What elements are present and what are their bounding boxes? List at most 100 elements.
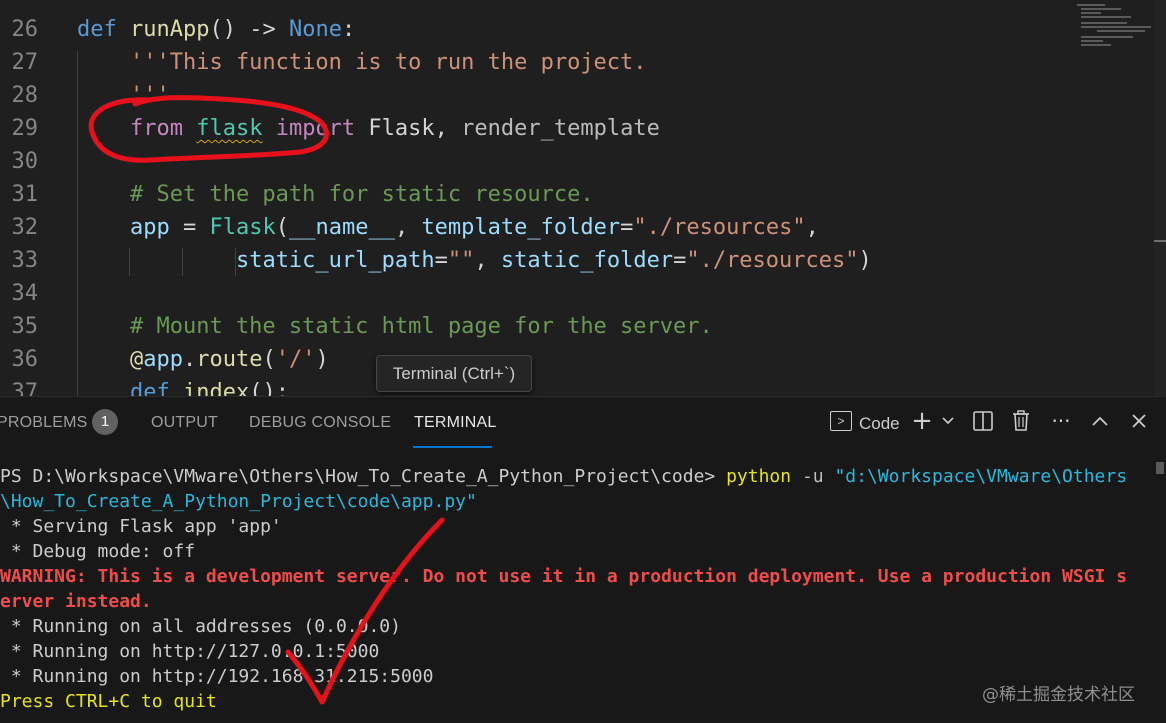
code-token: None — [288, 17, 342, 42]
code-line[interactable]: 30 — [0, 145, 1150, 178]
code-token: (): — [249, 380, 289, 396]
code-line[interactable]: 34 — [0, 277, 1150, 310]
terminal-output[interactable]: PS D:\Workspace\VMware\Others\How_To_Cre… — [0, 464, 1150, 723]
watermark: @稀土掘金技术社区 — [982, 685, 1135, 705]
terminal-line: * Debug mode: off — [0, 539, 195, 564]
code-line[interactable]: 28 ''' — [0, 79, 1150, 112]
terminal-line: WARNING: This is a development server. D… — [0, 564, 1127, 589]
code-line[interactable]: 27 '''This function is to run the projec… — [0, 46, 1150, 79]
terminal-scrollbar-thumb[interactable] — [1156, 462, 1164, 474]
terminal-line: PS D:\Workspace\VMware\Others\How_To_Cre… — [0, 464, 1127, 489]
indent-guide — [77, 51, 78, 396]
line-number: 33 — [11, 248, 39, 273]
line-number: 37 — [11, 380, 39, 396]
code-text: def index(): — [77, 376, 289, 396]
line-number: 34 — [11, 281, 39, 306]
code-token: # Set the path for static resource. — [77, 182, 594, 207]
line-number: 31 — [11, 182, 39, 207]
tab-debug-console[interactable]: DEBUG CONSOLE — [249, 414, 391, 432]
problems-count-badge: 1 — [92, 409, 118, 435]
code-text: # Mount the static html page for the ser… — [77, 310, 713, 343]
code-token: static_folder — [500, 248, 674, 273]
line-number: 30 — [11, 149, 39, 174]
trash-icon[interactable] — [1010, 406, 1032, 436]
indent-guide — [129, 248, 130, 276]
code-token: static_url_path — [235, 248, 435, 273]
code-token: , — [474, 248, 501, 273]
terminal-line: * Running on all addresses (0.0.0.0) — [0, 614, 401, 639]
code-line[interactable]: 31 # Set the path for static resource. — [0, 178, 1150, 211]
tab-problems[interactable]: PROBLEMS — [0, 414, 88, 432]
line-number: 28 — [11, 83, 39, 108]
code-token: app — [143, 347, 183, 372]
code-line[interactable]: 32 app = Flask(__name__, template_folder… — [0, 211, 1150, 244]
active-tab-indicator — [413, 446, 492, 448]
code-line[interactable]: 29 from flask import Flask, render_templ… — [0, 112, 1150, 145]
line-number: 29 — [11, 116, 39, 141]
code-text: app = Flask(__name__, template_folder=".… — [77, 211, 819, 244]
plus-icon[interactable]: + — [910, 406, 934, 436]
terminal-text: * Debug mode: off — [0, 541, 196, 562]
chevron-up-icon[interactable] — [1089, 406, 1111, 436]
code-token: # Mount the static html page for the ser… — [77, 314, 713, 339]
tab-output[interactable]: OUTPUT — [151, 414, 218, 432]
code-editor[interactable]: 26 def runApp() -> None: 27 '''This functi… — [0, 0, 1166, 396]
code-line[interactable]: 36 @app.route('/') — [0, 343, 1150, 376]
code-token: = — [434, 248, 448, 273]
minimap[interactable] — [1067, 0, 1157, 60]
code-token: def — [129, 380, 170, 396]
code-token: '/' — [275, 347, 316, 372]
terminal-text: WARNING: This is a development server. D… — [0, 566, 1128, 587]
terminal-profile-label[interactable]: Code — [859, 414, 900, 434]
code-line[interactable]: 33 static_url_path="", static_folder="./… — [0, 244, 1150, 277]
code-line[interactable]: 37 def index(): — [0, 376, 1150, 396]
terminal-line: * Serving Flask app 'app' — [0, 514, 282, 539]
code-token: ''' — [77, 83, 170, 108]
code-token: "" — [447, 248, 475, 273]
tab-terminal[interactable]: TERMINAL — [414, 414, 497, 432]
code-text: @app.route('/') — [77, 343, 329, 376]
code-text: def runApp() -> None: — [77, 13, 355, 46]
code-token: , — [805, 215, 819, 240]
chevron-down-icon[interactable] — [938, 406, 958, 436]
code-token: render_template — [461, 116, 660, 141]
code-text: static_url_path="", static_folder="./res… — [77, 244, 872, 277]
split-icon[interactable] — [972, 406, 994, 436]
code-token: () -> — [209, 17, 289, 42]
terminal-profile-icon[interactable]: > — [830, 411, 852, 431]
terminal-line: erver instead. — [0, 589, 152, 614]
terminal-text: * Serving Flask app 'app' — [0, 516, 282, 537]
code-line[interactable]: 35 # Mount the static html page for the … — [0, 310, 1150, 343]
line-number: 32 — [11, 215, 39, 240]
terminal-line: \How_To_Create_A_Python_Project\code\app… — [0, 489, 477, 514]
indent-guide — [182, 248, 183, 276]
code-token: ) — [858, 248, 872, 273]
close-icon[interactable] — [1128, 406, 1150, 436]
code-token: __name__ — [288, 215, 395, 240]
code-token: ( — [262, 347, 276, 372]
ellipsis-icon[interactable]: ··· — [1048, 406, 1074, 436]
warning-token: flask — [196, 116, 263, 141]
code-text: # Set the path for static resource. — [77, 178, 594, 211]
code-token: "./resources" — [686, 248, 859, 273]
line-number: 27 — [11, 50, 39, 75]
editor-scrollbar-thumb[interactable] — [1154, 240, 1166, 242]
terminal-text: * Running on http://192.168.31.215:5000 — [0, 666, 434, 687]
panel-tab-bar: PROBLEMS 1 OUTPUT DEBUG CONSOLE TERMINAL… — [0, 397, 1166, 451]
editor-scrollbar[interactable] — [1154, 0, 1166, 396]
terminal-line: * Running on http://192.168.31.215:5000 — [0, 664, 434, 689]
code-line[interactable]: 26 def runApp() -> None: — [0, 13, 1150, 46]
code-token: , — [394, 215, 422, 240]
code-token: ( — [275, 215, 289, 240]
code-token: index — [182, 380, 250, 396]
code-token: '''This function is to run the project. — [77, 50, 647, 75]
code-token: def — [77, 17, 130, 42]
code-text: ''' — [77, 79, 170, 112]
